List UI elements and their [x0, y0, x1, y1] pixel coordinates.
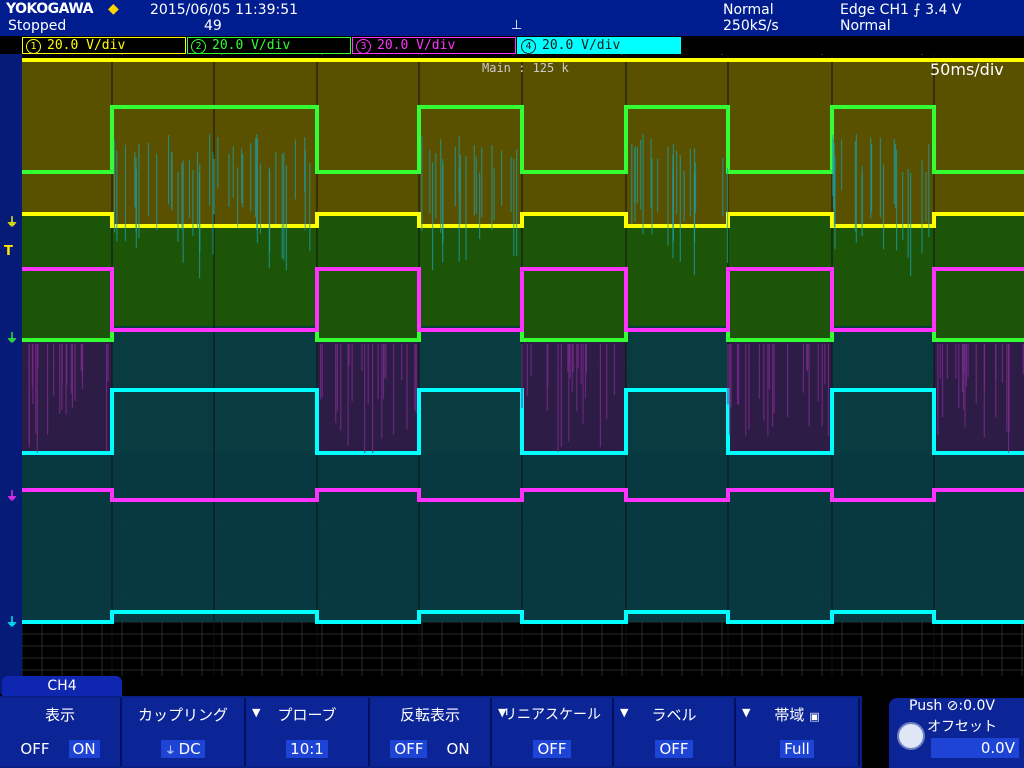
trace-fill — [214, 226, 317, 326]
channel-number: 2 — [191, 39, 206, 54]
channel-1-tab[interactable]: 1 20.0 V/div — [22, 37, 186, 54]
channel-scale: 20.0 V/div — [377, 38, 456, 53]
channel-number: 3 — [356, 39, 371, 54]
trace-fill — [112, 454, 214, 622]
trace-fill — [317, 59, 419, 214]
coupling-value: DC — [178, 740, 201, 758]
channel-number: 4 — [521, 39, 536, 54]
trace-fill — [22, 454, 112, 622]
probe-value: 10:1 — [286, 740, 328, 758]
trace-fill — [317, 214, 419, 340]
softkey-label: プローブ — [277, 706, 337, 724]
ground-icon-ch3: ⏚ — [6, 489, 19, 503]
offset-label: オフセット — [927, 719, 997, 735]
trigger-setting: Edge CH1 ⨍ 3.4 V — [840, 2, 962, 18]
channel-3-tab[interactable]: 3 20.0 V/div — [352, 37, 516, 54]
softkey-bandwidth[interactable]: ▼ 帯域 ▣ Full — [736, 698, 860, 766]
trace-fill — [728, 214, 832, 340]
bandwidth-label: 帯域 — [774, 706, 805, 724]
ground-icon-ch1: ⏚ — [6, 215, 19, 229]
diamond-icon: ◆ — [108, 1, 119, 17]
softkey-probe[interactable]: ▼ プローブ 10:1 — [246, 698, 370, 766]
trace-fill — [934, 454, 1024, 622]
trace-fill — [626, 454, 728, 622]
channel-2-tab[interactable]: 2 20.0 V/div — [187, 37, 351, 54]
bandwidth-value: Full — [780, 740, 814, 758]
menu-channel-tab: CH4 — [2, 676, 122, 696]
trace-fill — [522, 454, 626, 622]
offset-knob-panel[interactable]: Push ⊘:0.0V オフセット 0.0V — [889, 698, 1024, 768]
brand-logo: YOKOGAWA — [6, 1, 94, 17]
channel-scale: 20.0 V/div — [212, 38, 291, 53]
trigger-mode: Normal — [840, 18, 891, 34]
channel-scale: 20.0 V/div — [542, 38, 621, 53]
linear-scale-value: OFF — [533, 740, 571, 758]
knob-dial-icon[interactable] — [897, 722, 925, 750]
trace-fill — [832, 454, 934, 622]
channel-scale: 20.0 V/div — [47, 38, 126, 53]
trace-fill — [728, 340, 832, 454]
sample-rate: 250kS/s — [723, 18, 779, 34]
offset-value[interactable]: 0.0V — [931, 738, 1019, 758]
trace-fill — [728, 59, 832, 214]
trace-fill — [419, 454, 522, 622]
softkey-linear-scale[interactable]: ▼ リニアスケール OFF — [492, 698, 614, 766]
softkey-invert[interactable]: 反転表示 OFF ON — [370, 698, 492, 766]
softkey-display[interactable]: 表示 OFF ON — [0, 698, 122, 766]
datetime: 2015/06/05 11:39:51 — [150, 2, 299, 18]
acquisition-count: 49 — [204, 18, 222, 34]
softkey-coupling[interactable]: カップリング ⏚ DC — [122, 698, 246, 766]
trace-fill — [522, 340, 626, 454]
softkey-label: ラベル — [651, 706, 697, 724]
ground-icon-ch4: ⏚ — [6, 615, 19, 629]
trace-fill — [419, 59, 522, 226]
trace-fill — [522, 214, 626, 340]
record-length: Main : 125 k — [482, 61, 569, 75]
softkey-label: リニアスケール — [503, 707, 601, 723]
option-off[interactable]: OFF — [390, 740, 428, 758]
trace-fill — [934, 59, 1024, 214]
trace-fill — [112, 59, 214, 226]
trace-fill — [112, 226, 214, 326]
trace-fill — [22, 214, 112, 340]
trigger-position-icon: ⊥ — [511, 18, 523, 33]
option-on[interactable]: ON — [68, 740, 100, 758]
option-off[interactable]: OFF — [20, 740, 49, 758]
filter-icon: ▣ — [809, 710, 820, 723]
option-on[interactable]: ON — [447, 740, 470, 758]
softkey-label: 帯域 ▣ — [736, 706, 858, 726]
run-status: Stopped — [8, 18, 67, 34]
trace-fill — [214, 454, 317, 622]
trace-fill — [728, 454, 832, 622]
trigger-level-icon: T — [4, 244, 13, 259]
softkey-label: カップリング — [137, 706, 228, 724]
trace-fill — [522, 59, 626, 214]
channel-4-tab[interactable]: 4 20.0 V/div — [517, 37, 681, 54]
softkey-label: 表示 — [44, 706, 75, 724]
acquisition-mode: Normal — [723, 2, 774, 18]
waveform-traces — [22, 54, 1024, 676]
softkey-label: 反転表示 — [399, 706, 460, 724]
trace-fill — [626, 226, 728, 326]
channel-number: 1 — [26, 39, 41, 54]
trace-fill — [22, 59, 112, 214]
ground-icon-ch2: ⏚ — [6, 331, 19, 345]
waveform-display[interactable]: Main : 125 k 50ms/div — [22, 54, 1024, 676]
timebase-label: 50ms/div — [930, 60, 1004, 79]
trace-fill — [419, 226, 522, 326]
label-value: OFF — [655, 740, 693, 758]
status-bar: YOKOGAWA ◆ Stopped 2015/06/05 11:39:51 4… — [0, 0, 1024, 36]
softkey-label-setting[interactable]: ▼ ラベル OFF — [614, 698, 736, 766]
coupling-icon: ⏚ — [165, 746, 179, 757]
trace-fill — [934, 214, 1024, 340]
trace-fill — [317, 454, 419, 622]
push-hint: Push ⊘:0.0V — [909, 698, 995, 714]
ground-marker-panel: T ⏚ ⏚ ⏚ ⏚ — [0, 54, 22, 694]
